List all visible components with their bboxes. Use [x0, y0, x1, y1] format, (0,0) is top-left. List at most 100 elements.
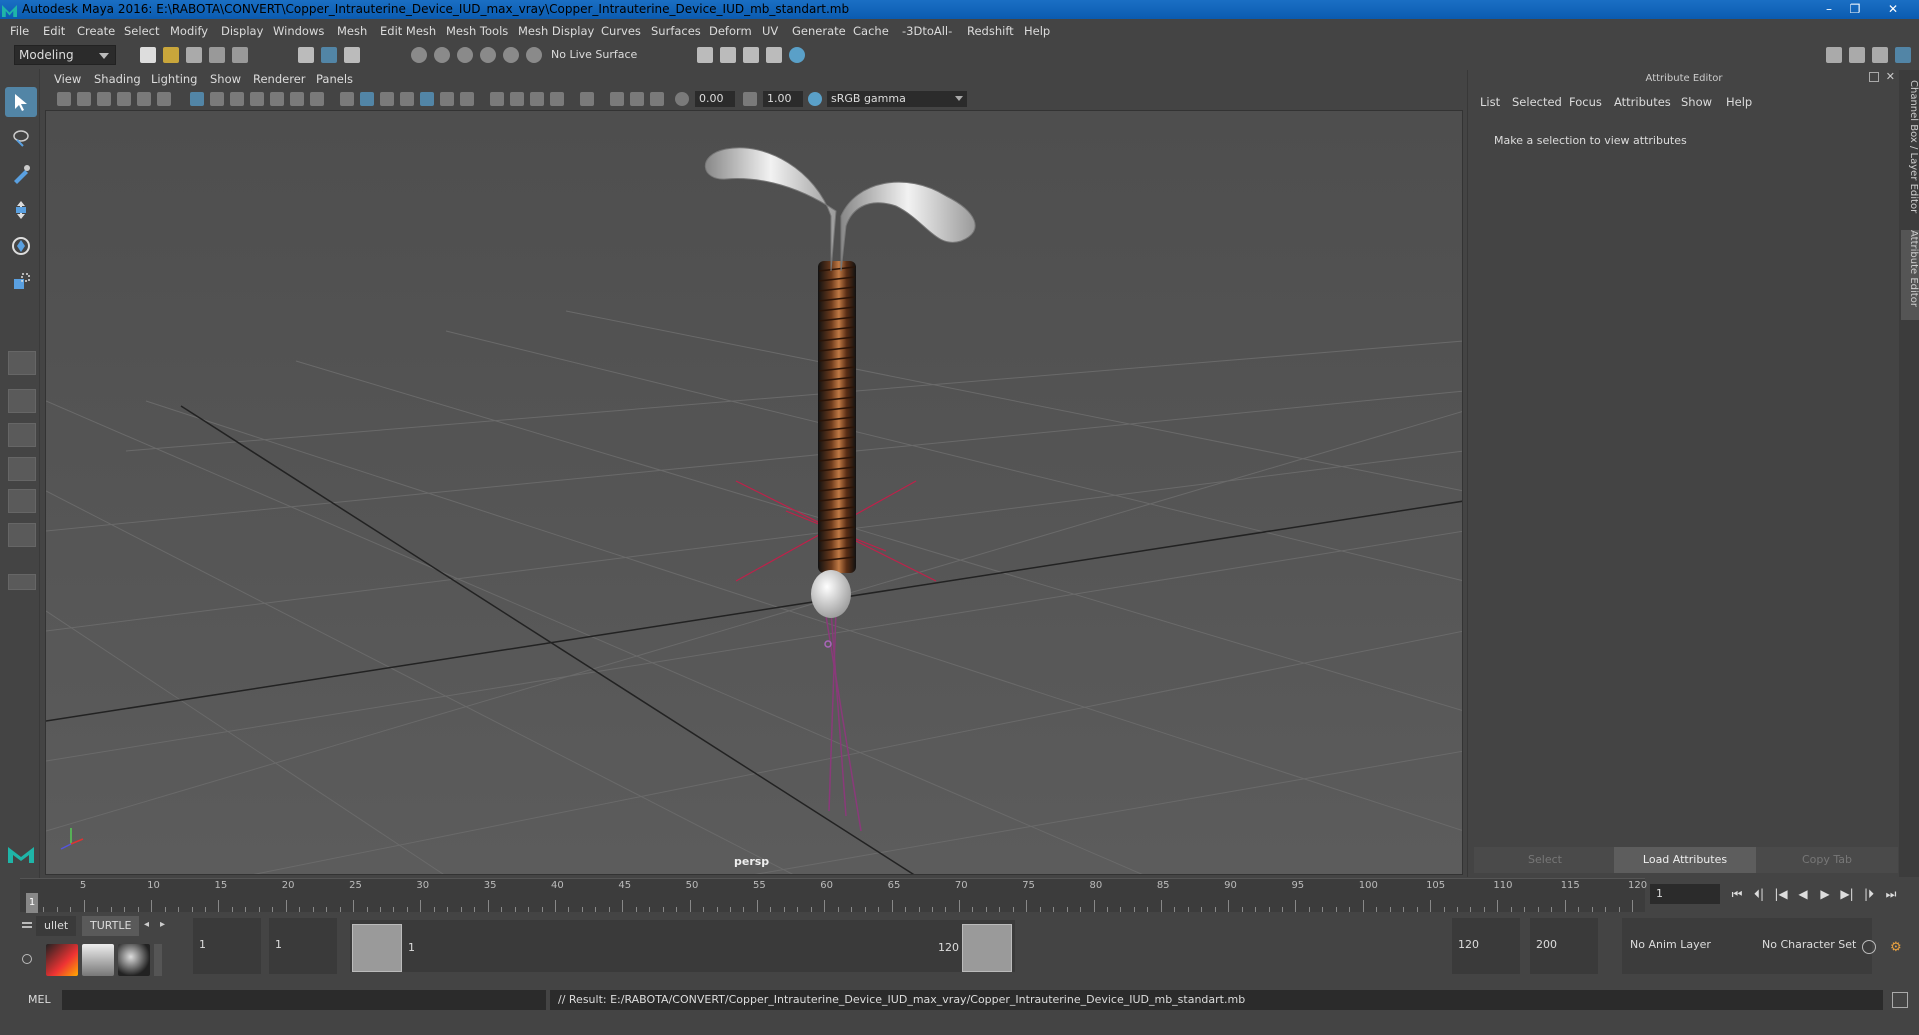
- menu-cache[interactable]: Cache: [853, 24, 889, 38]
- menu-generate[interactable]: Generate: [792, 24, 846, 38]
- step-back-button[interactable]: ⏴|: [1750, 885, 1768, 903]
- script-editor-icon[interactable]: [1892, 992, 1908, 1008]
- hypershade-icon[interactable]: [789, 47, 805, 63]
- depth-of-field-icon[interactable]: [550, 92, 564, 106]
- color-management-icon[interactable]: [808, 92, 822, 106]
- lights-icon[interactable]: [440, 92, 454, 106]
- step-forward-button[interactable]: |⏵: [1860, 885, 1878, 903]
- preferences-icon[interactable]: ⚙: [1890, 940, 1906, 956]
- isolate-select-icon[interactable]: [580, 92, 594, 106]
- menu-edit-mesh[interactable]: Edit Mesh: [380, 24, 436, 38]
- character-set-select[interactable]: No Character Set: [1754, 918, 1872, 974]
- layout-four-panes-icon[interactable]: [8, 389, 36, 413]
- playback-end-field[interactable]: 120: [1452, 918, 1520, 974]
- shelf-scrollbar[interactable]: [154, 944, 162, 976]
- film-gate-icon[interactable]: [210, 92, 224, 106]
- safe-title-icon[interactable]: [310, 92, 324, 106]
- restore-button[interactable]: ❐: [1842, 0, 1868, 18]
- layout-single-pane-icon[interactable]: [8, 351, 36, 375]
- script-language-label[interactable]: MEL: [28, 993, 51, 1006]
- command-input[interactable]: [62, 990, 546, 1010]
- scene-start-field[interactable]: 1: [193, 918, 261, 974]
- load-attributes-button[interactable]: Load Attributes: [1614, 847, 1756, 873]
- range-end-handle[interactable]: [962, 924, 1012, 972]
- xray-active-icon[interactable]: [630, 92, 644, 106]
- step-forward-key-button[interactable]: ▶|: [1838, 885, 1856, 903]
- ae-menu-list[interactable]: List: [1480, 95, 1500, 109]
- camera-attributes-icon[interactable]: [77, 92, 91, 106]
- select-button[interactable]: Select: [1474, 847, 1616, 873]
- scene-end-field[interactable]: 200: [1530, 918, 1598, 974]
- attribute-editor-toggle-icon[interactable]: [1895, 47, 1911, 63]
- close-button[interactable]: ✕: [1880, 0, 1906, 18]
- snap-point-icon[interactable]: [457, 47, 473, 63]
- range-start-handle[interactable]: [352, 924, 402, 972]
- shelf-menu-icon[interactable]: [22, 922, 32, 924]
- menu-3dtoall[interactable]: -3DtoAll-: [902, 24, 952, 38]
- modeling-toolkit-icon[interactable]: [1826, 47, 1842, 63]
- menu-modify[interactable]: Modify: [170, 24, 208, 38]
- exposure-field[interactable]: 0.00: [695, 91, 735, 107]
- current-frame-field[interactable]: 1: [1650, 884, 1720, 904]
- menu-curves[interactable]: Curves: [601, 24, 641, 38]
- shelf-scroll-left-icon[interactable]: ◂: [144, 919, 149, 930]
- select-tool[interactable]: [5, 87, 37, 117]
- attribute-editor-tab[interactable]: Attribute Editor: [1901, 230, 1919, 320]
- vp-menu-renderer[interactable]: Renderer: [253, 72, 306, 86]
- channel-box-toggle-icon[interactable]: [1849, 47, 1865, 63]
- rotate-tool[interactable]: [5, 231, 37, 261]
- close-panel-icon[interactable]: ✕: [1886, 70, 1895, 83]
- menu-windows[interactable]: Windows: [273, 24, 324, 38]
- mode-select[interactable]: Modeling: [14, 45, 116, 65]
- live-surface-label[interactable]: No Live Surface: [551, 48, 637, 61]
- lasso-tool[interactable]: [5, 123, 37, 153]
- xray-joints-icon[interactable]: [610, 92, 624, 106]
- ae-menu-selected[interactable]: Selected: [1512, 95, 1562, 109]
- menu-redshift[interactable]: Redshift: [967, 24, 1014, 38]
- render-view-icon[interactable]: [766, 47, 782, 63]
- ae-menu-attributes[interactable]: Attributes: [1614, 95, 1671, 109]
- menu-mesh-tools[interactable]: Mesh Tools: [446, 24, 508, 38]
- new-scene-icon[interactable]: [140, 47, 156, 63]
- menu-create[interactable]: Create: [77, 24, 115, 38]
- go-to-end-button[interactable]: ⏭: [1882, 885, 1900, 903]
- redo-icon[interactable]: [232, 47, 248, 63]
- textured-icon[interactable]: [400, 92, 414, 106]
- layout-side-by-side-icon[interactable]: [8, 423, 36, 447]
- layout-graph-editor-icon[interactable]: [8, 489, 36, 513]
- 2d-pan-icon[interactable]: [157, 92, 171, 106]
- snap-curve-icon[interactable]: [434, 47, 450, 63]
- resolution-gate-icon[interactable]: [230, 92, 244, 106]
- snap-live-icon[interactable]: [526, 47, 542, 63]
- shelf-tab-bullet[interactable]: ullet: [36, 916, 77, 936]
- snap-grid-icon[interactable]: [411, 47, 427, 63]
- menu-select[interactable]: Select: [124, 24, 159, 38]
- vp-menu-lighting[interactable]: Lighting: [151, 72, 197, 86]
- gate-mask-icon[interactable]: [250, 92, 264, 106]
- move-tool[interactable]: [5, 195, 37, 225]
- menu-mesh[interactable]: Mesh: [337, 24, 367, 38]
- image-plane-icon[interactable]: [117, 92, 131, 106]
- menu-file[interactable]: File: [10, 24, 29, 38]
- camera-select-icon[interactable]: [57, 92, 71, 106]
- undo-icon[interactable]: [209, 47, 225, 63]
- range-slider[interactable]: 1 120: [350, 920, 1015, 972]
- play-forward-button[interactable]: ▶: [1816, 885, 1834, 903]
- render-frame-icon[interactable]: [720, 47, 736, 63]
- anim-layer-select[interactable]: No Anim Layer: [1622, 918, 1754, 974]
- outliner-toggle-icon[interactable]: [1872, 47, 1888, 63]
- vp-menu-view[interactable]: View: [54, 72, 81, 86]
- shadows-icon[interactable]: [460, 92, 474, 106]
- select-hierarchy-icon[interactable]: [298, 47, 314, 63]
- scale-tool[interactable]: [5, 267, 37, 297]
- menu-edit[interactable]: Edit: [43, 24, 65, 38]
- ae-menu-show[interactable]: Show: [1681, 95, 1712, 109]
- layout-hypershade-icon[interactable]: [8, 523, 36, 547]
- minimize-button[interactable]: –: [1816, 0, 1842, 18]
- copy-tab-button[interactable]: Copy Tab: [1756, 847, 1898, 873]
- colorspace-select[interactable]: sRGB gamma: [827, 91, 967, 107]
- paint-select-tool[interactable]: [5, 159, 37, 189]
- snap-view-icon[interactable]: [480, 47, 496, 63]
- menu-deform[interactable]: Deform: [709, 24, 752, 38]
- playback-start-field[interactable]: 1: [269, 918, 337, 974]
